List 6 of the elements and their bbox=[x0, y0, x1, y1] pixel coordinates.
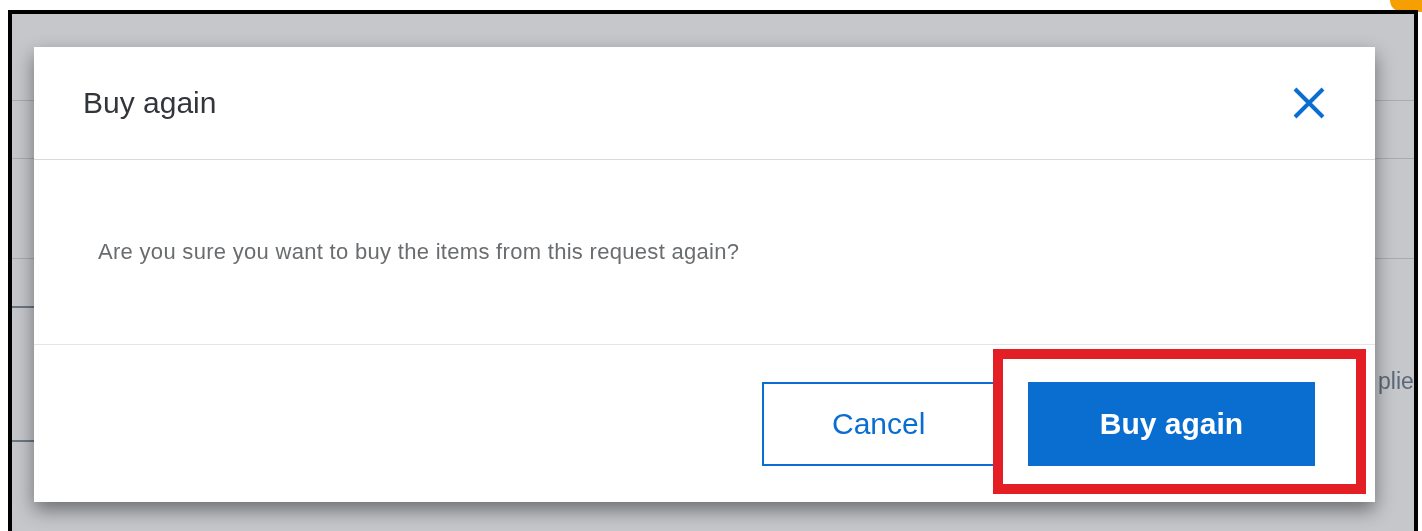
dialog-message: Are you sure you want to buy the items from this request again? bbox=[98, 239, 740, 265]
cancel-button[interactable]: Cancel bbox=[762, 382, 993, 466]
close-icon[interactable] bbox=[1292, 86, 1326, 120]
buy-again-button[interactable]: Buy again bbox=[1028, 382, 1315, 466]
background-text: plie bbox=[1378, 368, 1414, 395]
dialog-title: Buy again bbox=[83, 86, 217, 120]
